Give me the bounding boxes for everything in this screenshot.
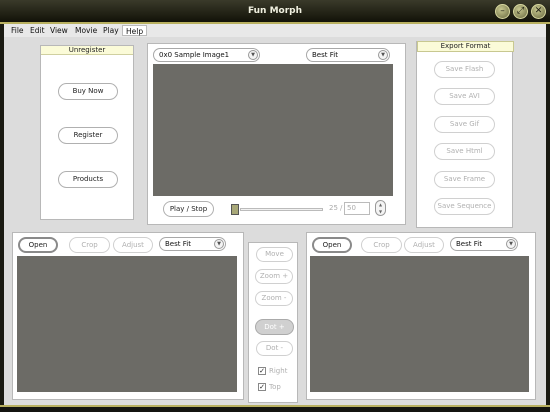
- chevron-down-icon: ▼: [214, 239, 224, 249]
- products-button[interactable]: Products: [58, 171, 118, 188]
- chevron-down-icon: ▼: [248, 50, 258, 60]
- left-crop-button[interactable]: Crop: [69, 237, 110, 253]
- export-header: Export Format: [417, 41, 514, 52]
- menu-bar: File Edit View Movie Play Help: [4, 24, 546, 37]
- workspace: Unregister Buy Now Register Products 0x0…: [4, 37, 546, 405]
- menu-help[interactable]: Help: [122, 25, 148, 36]
- minimize-icon[interactable]: –: [495, 4, 510, 19]
- right-fit-select-value: Best Fit: [456, 240, 482, 248]
- dot-remove-button[interactable]: Dot -: [256, 341, 293, 356]
- top-checkbox[interactable]: ✓: [258, 383, 266, 391]
- right-fit-select[interactable]: Best Fit ▼: [450, 237, 518, 251]
- timeline-slider-track[interactable]: [240, 208, 323, 211]
- menu-file[interactable]: File: [8, 25, 27, 36]
- right-open-button[interactable]: Open: [312, 237, 352, 253]
- save-frame-button[interactable]: Save Frame: [434, 171, 495, 188]
- zoom-out-button[interactable]: Zoom -: [255, 291, 293, 306]
- buy-now-button[interactable]: Buy Now: [58, 83, 118, 100]
- window-bottom-border: [0, 405, 550, 412]
- preview-panel: 0x0 Sample Image1 ▼ Best Fit ▼ Play / St…: [147, 43, 406, 225]
- move-button[interactable]: Move: [256, 247, 293, 262]
- left-open-button[interactable]: Open: [18, 237, 58, 253]
- right-checkbox-label: Right: [269, 367, 288, 375]
- fit-select[interactable]: Best Fit ▼: [306, 48, 390, 62]
- registration-panel: Unregister Buy Now Register Products: [40, 45, 134, 220]
- play-stop-button[interactable]: Play / Stop: [163, 201, 214, 217]
- save-sequence-button[interactable]: Save Sequence: [434, 198, 495, 215]
- zoom-in-button[interactable]: Zoom +: [255, 269, 293, 284]
- export-panel: Export Format Save Flash Save AVI Save G…: [416, 41, 514, 228]
- dot-add-button[interactable]: Dot +: [255, 319, 294, 335]
- menu-edit[interactable]: Edit: [27, 25, 48, 36]
- frame-separator: /: [340, 204, 343, 212]
- left-image-canvas[interactable]: [17, 256, 237, 392]
- left-image-panel: Open Crop Adjust Best Fit ▼: [12, 232, 244, 400]
- window-title: Fun Morph: [247, 6, 303, 16]
- frame-spinner[interactable]: ▲ ▼: [375, 200, 386, 216]
- image-select-value: 0x0 Sample Image1: [159, 51, 230, 59]
- title-bar: Fun Morph – ⤢ ✕: [0, 0, 550, 24]
- save-gif-button[interactable]: Save Gif: [434, 116, 495, 133]
- left-fit-select[interactable]: Best Fit ▼: [159, 237, 226, 251]
- fit-select-value: Best Fit: [312, 51, 338, 59]
- registration-header: Unregister: [41, 46, 133, 55]
- save-flash-button[interactable]: Save Flash: [434, 61, 495, 78]
- image-select[interactable]: 0x0 Sample Image1 ▼: [153, 48, 260, 62]
- top-checkbox-label: Top: [269, 383, 281, 391]
- right-checkbox[interactable]: ✓: [258, 367, 266, 375]
- right-image-canvas[interactable]: [310, 256, 529, 392]
- right-image-panel: Open Crop Adjust Best Fit ▼: [306, 232, 536, 400]
- chevron-down-icon: ▼: [378, 50, 388, 60]
- register-button[interactable]: Register: [58, 127, 118, 144]
- morph-preview-canvas[interactable]: [153, 64, 393, 196]
- left-fit-select-value: Best Fit: [165, 240, 191, 248]
- chevron-down-icon: ▼: [506, 239, 516, 249]
- frame-current: 25: [329, 204, 338, 212]
- frame-total-input[interactable]: 50: [344, 202, 370, 215]
- menu-play[interactable]: Play: [100, 25, 122, 36]
- maximize-icon[interactable]: ⤢: [513, 4, 528, 19]
- right-adjust-button[interactable]: Adjust: [404, 237, 444, 253]
- menu-movie[interactable]: Movie: [72, 25, 100, 36]
- close-icon[interactable]: ✕: [531, 4, 546, 19]
- menu-view[interactable]: View: [47, 25, 71, 36]
- timeline-slider-handle[interactable]: [231, 204, 239, 215]
- left-adjust-button[interactable]: Adjust: [113, 237, 153, 253]
- save-html-button[interactable]: Save Html: [434, 143, 495, 160]
- right-crop-button[interactable]: Crop: [361, 237, 402, 253]
- tools-panel: Move Zoom + Zoom - Dot + Dot - ✓ Right ✓…: [248, 242, 298, 403]
- save-avi-button[interactable]: Save AVI: [434, 88, 495, 105]
